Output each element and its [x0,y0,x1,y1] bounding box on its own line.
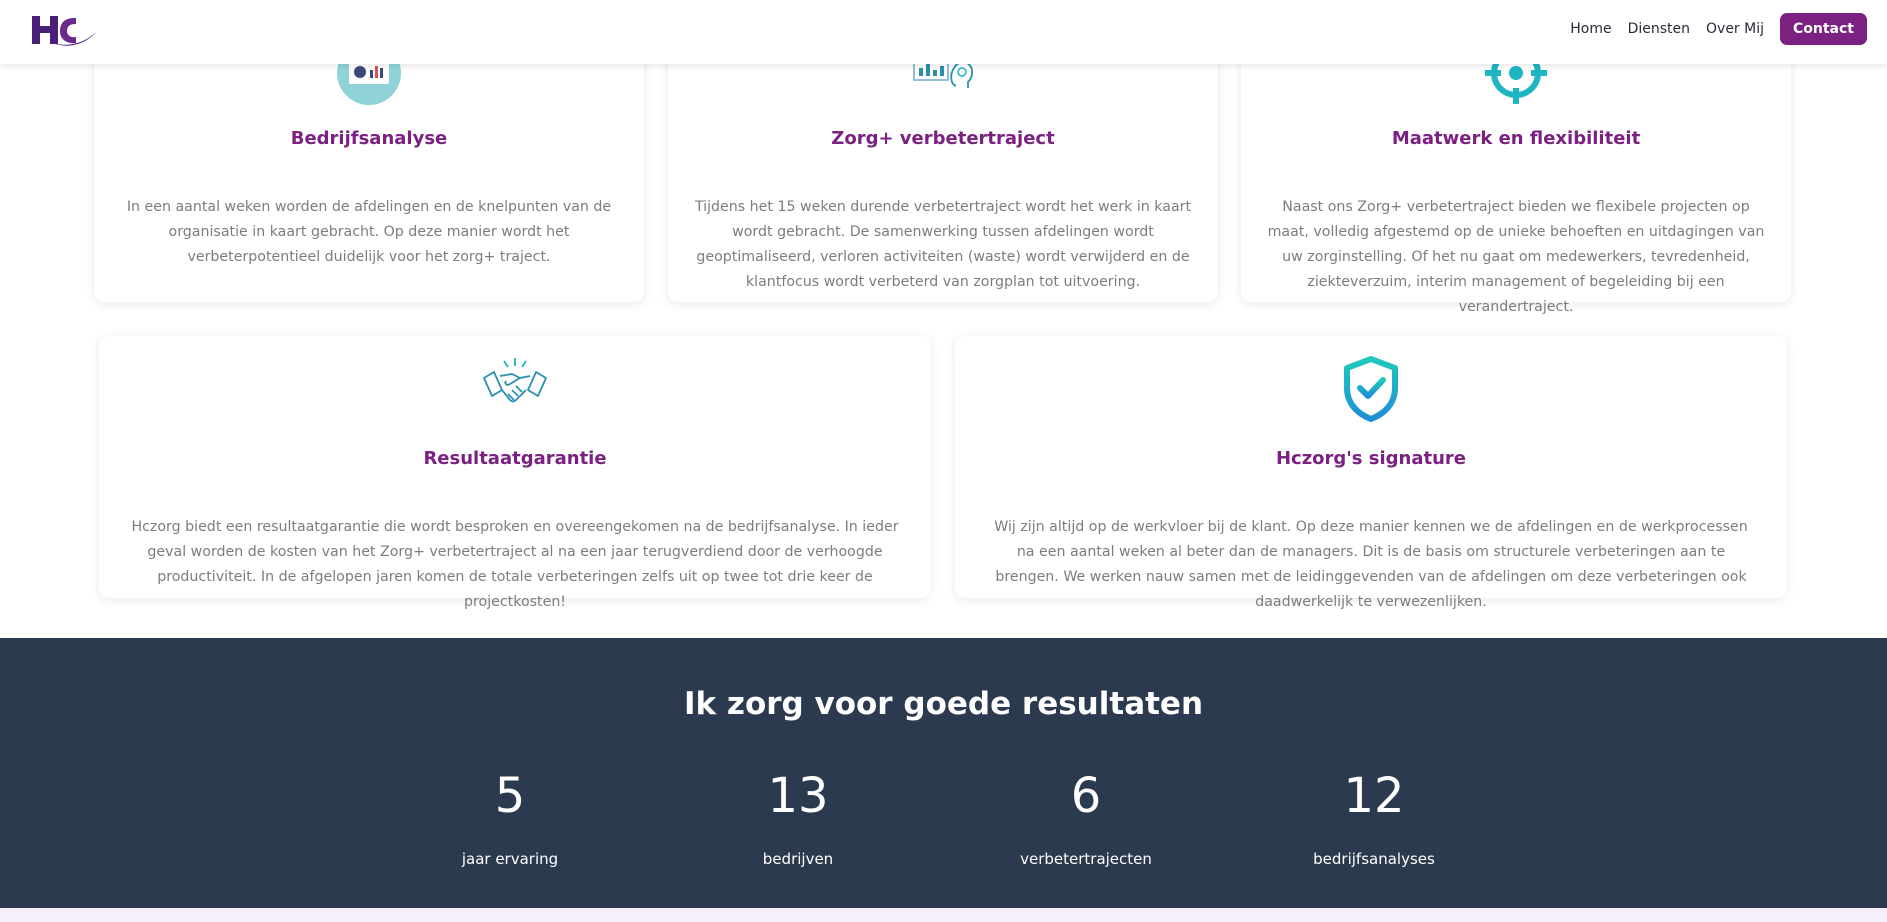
stat-label: bedrijven [762,850,834,868]
service-card-resultaatgarantie: Resultaatgarantie Hczorg biedt een resul… [99,336,931,610]
stat-label: bedrijfsanalyses [1313,850,1435,868]
shield-check-icon [1344,356,1398,422]
nav-over-mij[interactable]: Over Mij [1706,21,1764,37]
site-header: Home Diensten Over Mij Contact [0,0,1887,64]
card-text: Tijdens het 15 weken durende verbetertra… [694,199,1192,290]
service-card-bedrijfsanalyse: Bedrijfsanalyse In een aantal weken word… [94,30,644,302]
card-text: In een aantal weken worden de afdelingen… [126,199,612,265]
card-title: Zorg+ verbetertraject [831,128,1055,149]
service-card-verbetertraject: Zorg+ verbetertraject Tijdens het 15 wek… [668,30,1218,302]
nav-diensten[interactable]: Diensten [1628,21,1690,37]
results-section: Ik zorg voor goede resultaten 5 jaar erv… [0,638,1887,908]
stat-label: jaar ervaring [461,850,559,868]
service-card-maatwerk: Maatwerk en flexibiliteit Naast ons Zorg… [1241,30,1791,315]
service-card-signature: Hczorg's signature Wij zijn altijd op de… [955,336,1787,610]
main-nav: Home Diensten Over Mij Contact [1570,13,1867,45]
contact-button[interactable]: Contact [1780,13,1867,45]
handshake-icon [483,358,547,403]
nav-home[interactable]: Home [1570,21,1611,37]
stat-value: 12 [1343,768,1405,824]
card-text: Wij zijn altijd op de werkvloer bij de k… [994,519,1748,610]
results-title: Ik zorg voor goede resultaten [683,686,1204,722]
card-title: Maatwerk en flexibiliteit [1391,128,1641,149]
card-text: Naast ons Zorg+ verbetertraject bieden w… [1267,199,1765,315]
stat-value: 5 [494,768,526,824]
stat-label: verbetertrajecten [1020,850,1152,868]
card-title: Bedrijfsanalyse [290,128,448,149]
stat-value: 13 [767,768,829,824]
card-text: Hczorg biedt een resultaatgarantie die w… [131,519,899,610]
card-title: Resultaatgarantie [423,448,607,469]
hc-logo[interactable] [30,12,98,48]
stat-value: 6 [1070,768,1102,824]
card-title: Hczorg's signature [1275,448,1467,469]
next-section-edge [0,908,1887,922]
